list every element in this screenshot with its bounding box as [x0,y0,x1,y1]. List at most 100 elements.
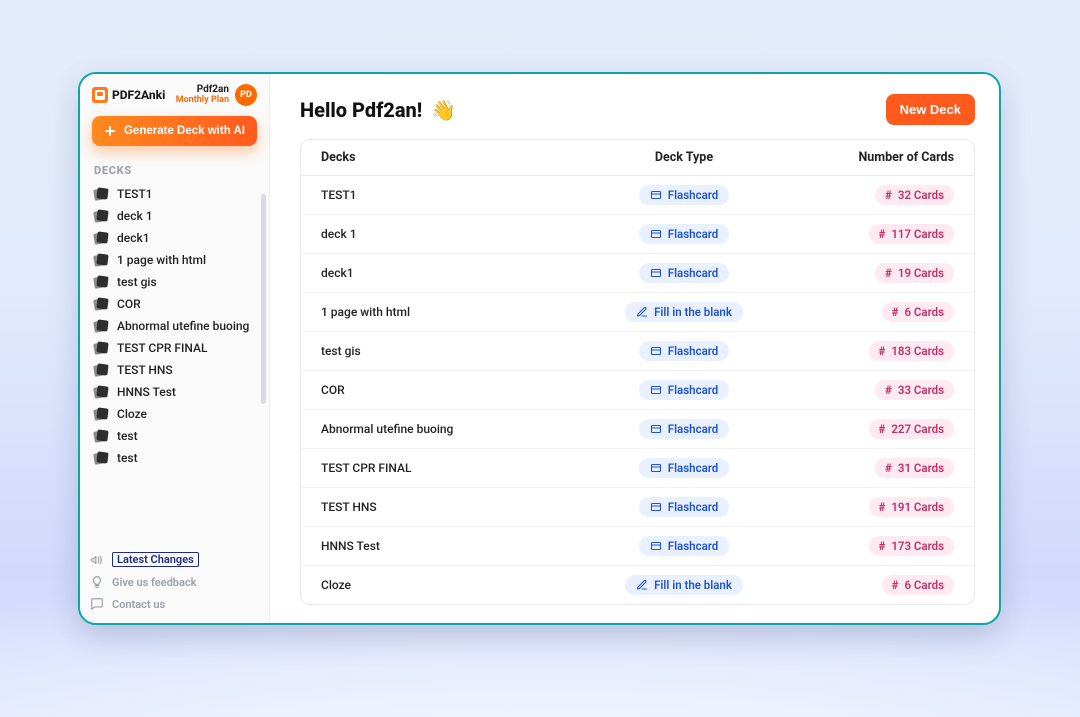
deck-type-label: Fill in the blank [654,578,732,592]
sidebar-deck-label: Abnormal utefine buoing [117,319,249,333]
hash-icon: # [879,422,886,436]
decks-heading: DECKS [94,164,269,177]
table-row[interactable]: deck 1Flashcard#117 Cards [301,214,974,253]
table-row[interactable]: COR Flashcard #33 Cards [301,370,974,409]
card-count-pill: #183 Cards [869,341,954,361]
col-decks: Decks [321,150,584,165]
sidebar-deck-label: TEST HNS [117,363,173,377]
table-row[interactable]: test gis Flashcard #183 Cards [301,331,974,370]
deck-stack-icon [94,342,109,355]
deck-type-label: Fill in the blank [654,305,732,319]
sidebar-deck-item[interactable]: COR [88,293,261,315]
deck-stack-icon [94,298,109,311]
sidebar-deck-item[interactable]: test gis [88,271,261,293]
table-row[interactable]: 1 page with htmlFill in the blank#6 Card… [301,292,974,331]
table-row[interactable]: deck1Flashcard#19 Cards [301,253,974,292]
card-icon [650,540,662,552]
contact-link[interactable]: Contact us [90,597,259,611]
deck-type-label: Flashcard [668,383,719,397]
deck-name: TEST1 [321,188,584,202]
card-count-pill: #117 Cards [869,224,954,244]
deck-type-label: Flashcard [668,344,719,358]
table-row[interactable]: TEST HNSFlashcard#191 Cards [301,487,974,526]
deck-stack-icon [94,320,109,333]
avatar[interactable]: PD [235,84,257,106]
deck-type-pill: Flashcard [639,419,730,439]
sidebar-deck-label: 1 page with html [117,253,206,267]
card-icon [650,384,662,396]
sidebar-deck-item[interactable]: TEST HNS [88,359,261,381]
hash-icon: # [879,500,886,514]
card-icon [650,267,662,279]
sidebar-deck-label: test gis [117,275,157,289]
sidebar-deck-item[interactable]: 1 page with html [88,249,261,271]
feedback-label: Give us feedback [112,576,196,589]
table-row[interactable]: TEST1Flashcard#32 Cards [301,176,974,214]
card-icon [650,228,662,240]
deck-name: HNNS Test [321,539,584,553]
sidebar-deck-item[interactable]: HNNS Test [88,381,261,403]
page-title: Hello Pdf2an! 👋 [300,98,456,122]
sidebar-deck-item[interactable]: test [88,425,261,447]
latest-changes-link[interactable]: Latest Changes [90,552,259,567]
card-count-pill: #31 Cards [875,458,954,478]
deck-type-pill: Flashcard [639,185,730,205]
hash-icon: # [885,266,892,280]
deck-stack-icon [94,188,109,201]
card-count: 33 Cards [898,383,944,397]
hash-icon: # [892,305,899,319]
deck-type-pill: Flashcard [639,536,730,556]
latest-changes-label: Latest Changes [112,552,199,567]
sidebar-deck-item[interactable]: TEST CPR FINAL [88,337,261,359]
card-icon [650,462,662,474]
hash-icon: # [885,188,892,202]
sidebar-deck-item[interactable]: Abnormal utefine buoing [88,315,261,337]
table-row[interactable]: Abnormal utefine buoingFlashcard#227 Car… [301,409,974,448]
app-window: PDF2Anki Pdf2an Monthly Plan PD Generate… [78,72,1001,625]
deck-stack-icon [94,408,109,421]
deck-stack-icon [94,232,109,245]
card-count-pill: #33 Cards [875,380,954,400]
hash-icon: # [892,578,899,592]
hash-icon: # [879,344,886,358]
card-count-pill: #173 Cards [869,536,954,556]
sidebar-deck-item[interactable]: deck 1 [88,205,261,227]
deck-name: test gis [321,344,584,358]
sidebar-deck-item[interactable]: Cloze [88,403,261,425]
deck-type-pill: Flashcard [639,380,730,400]
deck-name: Abnormal utefine buoing [321,422,584,436]
user-chip[interactable]: Pdf2an Monthly Plan PD [176,84,257,106]
deck-stack-icon [94,254,109,267]
card-count: 191 Cards [891,500,944,514]
pencil-icon [636,306,648,318]
new-deck-button[interactable]: New Deck [886,94,975,125]
sidebar-deck-item[interactable]: TEST1 [88,183,261,205]
deck-name: TEST CPR FINAL [321,461,584,475]
deck-type-label: Flashcard [668,188,719,202]
table-row[interactable]: HNNS Test Flashcard #173 Cards [301,526,974,565]
sidebar-deck-label: Cloze [117,407,147,421]
brand[interactable]: PDF2Anki [92,87,165,103]
deck-type-pill: Flashcard [639,224,730,244]
wave-emoji: 👋 [431,98,456,122]
sidebar-deck-label: test [117,451,138,465]
deck-type-label: Flashcard [668,539,719,553]
feedback-link[interactable]: Give us feedback [90,575,259,589]
deck-type-label: Flashcard [668,227,719,241]
sidebar-deck-label: deck1 [117,231,150,245]
deck-type-label: Flashcard [668,266,719,280]
scrollbar[interactable] [261,194,266,404]
sidebar: PDF2Anki Pdf2an Monthly Plan PD Generate… [80,74,270,623]
table-row[interactable]: TEST CPR FINAL Flashcard #31 Cards [301,448,974,487]
deck-name: COR [321,383,584,397]
chat-icon [90,597,104,611]
sparkle-icon [104,125,116,137]
card-count: 19 Cards [898,266,944,280]
sidebar-deck-item[interactable]: test [88,447,261,469]
deck-type-label: Flashcard [668,461,719,475]
sidebar-deck-item[interactable]: deck1 [88,227,261,249]
card-count-pill: #191 Cards [869,497,954,517]
table-row[interactable]: ClozeFill in the blank#6 Cards [301,565,974,604]
card-count-pill: #6 Cards [882,302,954,322]
generate-deck-button[interactable]: Generate Deck with AI [92,116,257,146]
